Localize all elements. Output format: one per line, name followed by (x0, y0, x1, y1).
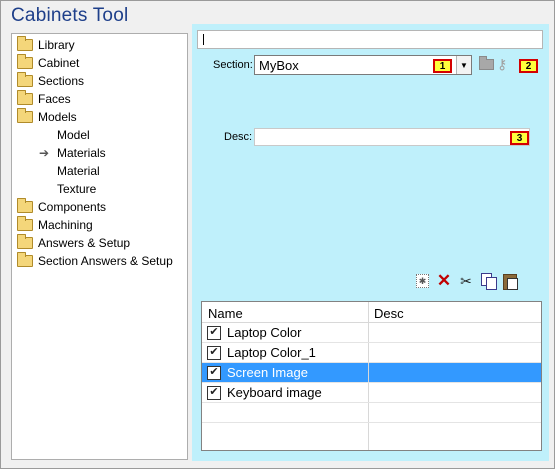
tree-item-label: Model (57, 128, 90, 142)
tree-item-library[interactable]: Library (17, 36, 75, 54)
name-cell[interactable]: ✔ Screen Image (202, 363, 368, 382)
folder-icon (17, 108, 33, 123)
name-cell[interactable]: ✔ Keyboard image (202, 383, 368, 402)
column-header-name[interactable]: Name (208, 306, 243, 321)
text-caret (203, 34, 204, 45)
window-title: Cabinets Tool (11, 5, 129, 26)
tree-item-label: Sections (38, 74, 85, 88)
desc-cell[interactable] (369, 323, 541, 342)
tree-item-material[interactable]: Material (57, 162, 100, 180)
folder-icon (17, 72, 33, 87)
tree-item-label: Material (57, 164, 100, 178)
tree-item-cabinet[interactable]: Cabinet (17, 54, 79, 72)
delete-icon[interactable]: ✕ (435, 271, 453, 290)
cabinets-tool-window: Cabinets Tool Library Cabinet Sections F… (0, 0, 555, 469)
navigation-tree[interactable]: Library Cabinet Sections Faces Models Mo… (11, 33, 188, 460)
tree-item-model[interactable]: Model (57, 126, 90, 144)
column-header-desc[interactable]: Desc (374, 306, 404, 321)
new-icon[interactable]: ✱ (416, 274, 429, 288)
desc-cell[interactable] (369, 363, 541, 382)
row-checkbox[interactable]: ✔ (207, 385, 221, 400)
tree-item-faces[interactable]: Faces (17, 90, 71, 108)
tree-item-models[interactable]: Models (17, 108, 77, 126)
tree-item-label: Components (38, 200, 107, 214)
tree-item-texture[interactable]: Texture (57, 180, 96, 198)
tree-item-machining[interactable]: Machining (17, 216, 93, 234)
grid-header: Name Desc (202, 302, 541, 323)
folder-icon (17, 90, 33, 105)
arrow-right-icon: ➔ (38, 146, 50, 160)
tree-item-label: Machining (38, 218, 93, 232)
row-checkbox[interactable]: ✔ (207, 345, 221, 360)
table-row[interactable]: ✔ Keyboard image (202, 383, 541, 403)
folder-icon (17, 54, 33, 69)
tree-item-label: Answers & Setup (38, 236, 131, 250)
row-name: Laptop Color (227, 325, 302, 340)
table-row[interactable]: ✔ Laptop Color_1 (202, 343, 541, 363)
tree-item-label: Section Answers & Setup (38, 254, 173, 268)
tree-item-answers-setup[interactable]: Answers & Setup (17, 234, 130, 252)
folder-icon (17, 216, 33, 231)
folder-icon (17, 198, 33, 213)
key-icon[interactable]: ⚷ (497, 56, 507, 73)
tree-item-label: Cabinet (38, 56, 80, 70)
name-cell[interactable]: ✔ Laptop Color (202, 323, 368, 342)
folder-icon (17, 36, 33, 51)
tree-item-section-answers-setup[interactable]: Section Answers & Setup (17, 252, 173, 270)
name-cell[interactable]: ✔ Laptop Color_1 (202, 343, 368, 362)
chevron-down-icon[interactable]: ▼ (456, 56, 471, 74)
row-name: Keyboard image (227, 385, 322, 400)
desc-field[interactable] (254, 128, 530, 146)
tree-item-label: Materials (57, 146, 106, 160)
cut-icon[interactable]: ✂ (457, 272, 475, 290)
top-text-field[interactable] (197, 30, 543, 49)
desc-label: Desc: (224, 131, 253, 143)
tree-item-label: Models (38, 110, 77, 124)
grid-toolbar: ✱ ✕ ✂ (414, 271, 519, 292)
details-panel: Section: MyBox ▼ 1 ⚷ 2 Desc: 3 ✱ ✕ ✂ Nam… (192, 24, 549, 461)
callout-badge-1: 1 (433, 59, 452, 73)
callout-badge-3: 3 (510, 131, 529, 145)
row-checkbox[interactable]: ✔ (207, 325, 221, 340)
section-dropdown-value: MyBox (259, 58, 299, 73)
row-checkbox[interactable]: ✔ (207, 365, 221, 380)
tree-item-materials[interactable]: ➔ Materials (37, 144, 106, 162)
paste-icon[interactable] (501, 272, 519, 290)
row-name: Laptop Color_1 (227, 345, 316, 360)
table-row[interactable]: ✔ Laptop Color (202, 323, 541, 343)
desc-cell[interactable] (369, 343, 541, 362)
row-name: Screen Image (227, 365, 308, 380)
tree-item-components[interactable]: Components (17, 198, 106, 216)
tree-item-label: Faces (38, 92, 71, 106)
desc-cell[interactable] (369, 383, 541, 402)
tree-item-label: Library (38, 38, 75, 52)
materials-grid[interactable]: Name Desc ✔ Laptop Color ✔ Laptop Color_… (201, 301, 542, 451)
tree-item-label: Texture (57, 182, 97, 196)
folder-icon (17, 252, 33, 267)
callout-badge-2: 2 (519, 59, 538, 73)
table-row-selected[interactable]: ✔ Screen Image (202, 363, 541, 383)
folder-icon[interactable] (479, 56, 494, 70)
section-label: Section: (213, 59, 253, 71)
tree-item-sections[interactable]: Sections (17, 72, 84, 90)
copy-icon[interactable] (479, 272, 497, 290)
table-row-empty[interactable] (202, 403, 541, 423)
folder-icon (17, 234, 33, 249)
